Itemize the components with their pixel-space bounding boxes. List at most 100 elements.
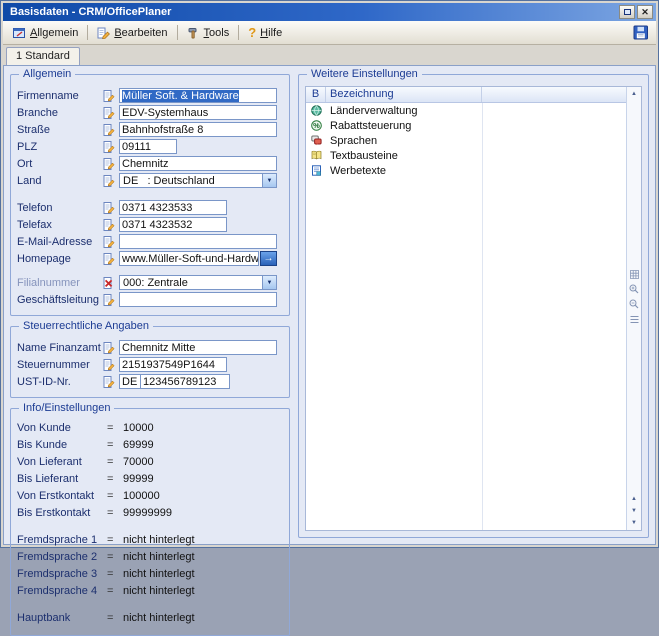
table-row-rabattsteuerung[interactable]: % Rabattsteuerung bbox=[306, 118, 626, 133]
edit-field-icon[interactable] bbox=[103, 219, 119, 231]
info-row: Bis Kunde=69999 bbox=[17, 439, 283, 454]
geschaeftsleitung-input[interactable] bbox=[119, 292, 277, 307]
field-label: Land bbox=[17, 175, 103, 187]
app-window: Basisdaten - CRM/OfficePlaner ✕ Allgemei… bbox=[0, 0, 659, 548]
field-label: Branche bbox=[17, 107, 103, 119]
titlebar[interactable]: Basisdaten - CRM/OfficePlaner ✕ bbox=[3, 3, 656, 21]
zoom-out-icon[interactable] bbox=[628, 298, 641, 311]
field-row-email: E-Mail-Adresse bbox=[17, 234, 283, 249]
menu-allgemein[interactable]: Allgemein bbox=[7, 25, 84, 41]
field-row-strasse: Straße Bahnhofstraße 8 bbox=[17, 122, 283, 137]
ustid-input[interactable]: 123456789123 bbox=[140, 374, 230, 389]
table-row-werbetexte[interactable]: Werbetexte bbox=[306, 163, 626, 178]
vertical-scrollbar[interactable]: ▲ ▲ ▼ ▼ bbox=[626, 87, 641, 530]
firmenname-input[interactable]: Müller Soft. & Hardware bbox=[119, 88, 277, 103]
record-up-icon[interactable]: ▲ bbox=[628, 493, 641, 505]
group-steuer: Steuerrechtliche Angaben Name Finanzamt … bbox=[10, 326, 290, 398]
edit-field-icon[interactable] bbox=[103, 376, 119, 388]
group-title: Steuerrechtliche Angaben bbox=[19, 320, 153, 332]
toolbar-separator bbox=[87, 25, 88, 40]
edit-field-icon[interactable] bbox=[103, 236, 119, 248]
info-row: Fremdsprache 4=nicht hinterlegt bbox=[17, 585, 283, 600]
field-label: Steuernummer bbox=[17, 359, 103, 371]
menu-tools[interactable]: Tools bbox=[181, 25, 236, 41]
table-row-textbausteine[interactable]: Textbausteine bbox=[306, 148, 626, 163]
edit-field-icon[interactable] bbox=[103, 294, 119, 306]
edit-field-icon[interactable] bbox=[103, 359, 119, 371]
strasse-input[interactable]: Bahnhofstraße 8 bbox=[119, 122, 277, 137]
book-icon bbox=[306, 150, 326, 161]
edit-field-icon[interactable] bbox=[103, 141, 119, 153]
menu-label: Tools bbox=[204, 27, 230, 39]
ustid-prefix-input[interactable]: DE bbox=[119, 374, 141, 389]
edit-field-icon[interactable] bbox=[103, 202, 119, 214]
column-header-b[interactable]: B bbox=[306, 87, 326, 102]
edit-field-icon[interactable] bbox=[103, 158, 119, 170]
list-icon[interactable] bbox=[628, 313, 641, 326]
percent-icon: % bbox=[306, 120, 326, 131]
table-row-sprachen[interactable]: Sprachen bbox=[306, 133, 626, 148]
info-row: Bis Lieferant=99999 bbox=[17, 473, 283, 488]
tab-standard[interactable]: 1 Standard bbox=[6, 47, 80, 65]
field-label: Telefon bbox=[17, 202, 103, 214]
edit-field-icon[interactable] bbox=[103, 90, 119, 102]
restore-button[interactable] bbox=[619, 5, 635, 19]
telefon-input[interactable]: 0371 4323533 bbox=[119, 200, 227, 215]
edit-field-icon[interactable] bbox=[103, 175, 119, 187]
edit-field-icon[interactable] bbox=[103, 342, 119, 354]
field-row-steuernummer: Steuernummer 2151937549P1644 bbox=[17, 357, 283, 372]
ort-input[interactable]: Chemnitz bbox=[119, 156, 277, 171]
edit-field-icon[interactable] bbox=[103, 253, 119, 265]
restore-icon bbox=[624, 9, 631, 15]
info-row: Bis Erstkontakt=99999999 bbox=[17, 507, 283, 522]
column-header-bezeichnung[interactable]: Bezeichnung bbox=[326, 87, 482, 102]
chevron-down-icon[interactable]: ▼ bbox=[262, 276, 276, 289]
steuernummer-input[interactable]: 2151937549P1644 bbox=[119, 357, 227, 372]
menu-label: Bearbeiten bbox=[114, 27, 167, 39]
save-button[interactable] bbox=[630, 23, 652, 42]
plz-input[interactable]: 09111 bbox=[119, 139, 177, 154]
grid-icon[interactable] bbox=[628, 268, 641, 281]
open-homepage-button[interactable]: → bbox=[260, 251, 277, 266]
info-row: Fremdsprache 1=nicht hinterlegt bbox=[17, 534, 283, 549]
field-row-plz: PLZ 09111 bbox=[17, 139, 283, 154]
telefax-input[interactable]: 0371 4323532 bbox=[119, 217, 227, 232]
arrow-right-icon: → bbox=[264, 253, 274, 264]
scroll-up-icon[interactable]: ▲ bbox=[628, 88, 641, 100]
close-button[interactable]: ✕ bbox=[637, 5, 653, 19]
toolbar-separator bbox=[238, 25, 239, 40]
clear-field-icon[interactable] bbox=[103, 277, 119, 289]
field-label: Ort bbox=[17, 158, 103, 170]
floppy-icon bbox=[633, 25, 649, 40]
settings-table: B Bezeichnung Länderverwaltung % Rabatts… bbox=[305, 86, 642, 531]
field-label: Filialnummer bbox=[17, 277, 103, 289]
group-weitere: Weitere Einstellungen B Bezeichnung Länd… bbox=[298, 74, 649, 538]
edit-field-icon[interactable] bbox=[103, 107, 119, 119]
edit-field-icon[interactable] bbox=[103, 124, 119, 136]
branche-input[interactable]: EDV-Systemhaus bbox=[119, 105, 277, 120]
chevron-down-icon[interactable]: ▼ bbox=[262, 174, 276, 187]
field-label: Straße bbox=[17, 124, 103, 136]
menu-bearbeiten[interactable]: Bearbeiten bbox=[91, 25, 173, 41]
info-row: Hauptbank=nicht hinterlegt bbox=[17, 612, 283, 627]
info-row: Von Erstkontakt=100000 bbox=[17, 490, 283, 505]
field-label: Name Finanzamt bbox=[17, 342, 103, 354]
pencil-icon bbox=[97, 27, 110, 39]
group-info: Info/Einstellungen Von Kunde=10000 Bis K… bbox=[10, 408, 290, 636]
field-label: Homepage bbox=[17, 253, 103, 265]
filialnummer-select[interactable]: 000: Zentrale▼ bbox=[119, 275, 277, 290]
svg-text:%: % bbox=[313, 121, 320, 130]
left-column: Allgemein Firmenname Müller Soft. & Hard… bbox=[10, 74, 290, 538]
zoom-in-icon[interactable] bbox=[628, 283, 641, 296]
record-down-icon[interactable]: ▼ bbox=[628, 505, 641, 517]
scroll-down-icon[interactable]: ▼ bbox=[628, 517, 641, 529]
homepage-input[interactable]: www.Müller-Soft-und-Hardware.de bbox=[119, 251, 259, 266]
email-input[interactable] bbox=[119, 234, 277, 249]
field-row-telefon: Telefon 0371 4323533 bbox=[17, 200, 283, 215]
land-select[interactable]: DE : Deutschland▼ bbox=[119, 173, 277, 188]
field-row-filialnummer: Filialnummer 000: Zentrale▼ bbox=[17, 275, 283, 290]
table-row-laenderverwaltung[interactable]: Länderverwaltung bbox=[306, 103, 626, 118]
menu-hilfe[interactable]: ? Hilfe bbox=[242, 25, 288, 41]
finanzamt-input[interactable]: Chemnitz Mitte bbox=[119, 340, 277, 355]
column-header-empty bbox=[482, 87, 626, 102]
